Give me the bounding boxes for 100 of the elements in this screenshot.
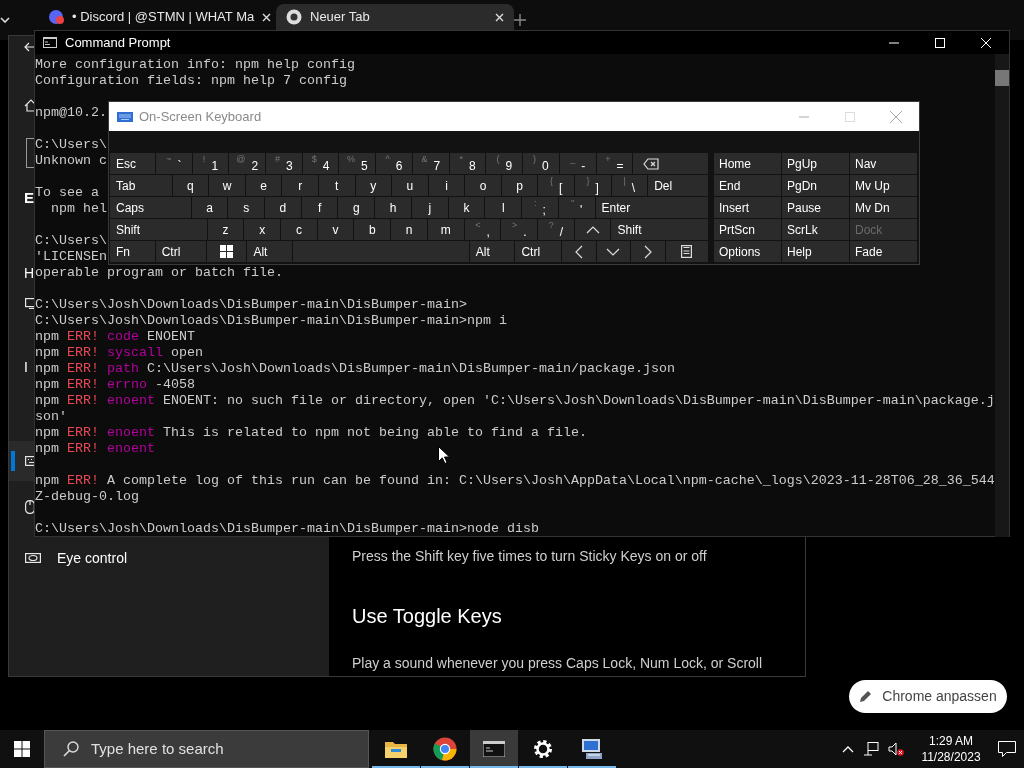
keyboard-key[interactable]: { [ <box>538 175 574 196</box>
keyboard-key[interactable]: ^ 6 <box>376 153 412 174</box>
keyboard-key[interactable]: Mv Dn <box>850 197 917 218</box>
keyboard-key[interactable]: Shift <box>611 219 709 240</box>
keyboard-key[interactable]: | \ <box>611 175 648 196</box>
description-text: Press the Shift key five times to turn Sticky Keys on or off <box>352 547 708 566</box>
keyboard-key[interactable]: r <box>282 175 318 196</box>
keyboard-key[interactable]: ~ ` <box>155 153 192 174</box>
keyboard-key[interactable]: v <box>317 219 354 240</box>
keyboard-key[interactable]: Ctrl <box>155 241 206 262</box>
mouse-icon <box>25 500 35 514</box>
keyboard-key[interactable]: Shift <box>110 219 207 240</box>
keyboard-key[interactable]: PgUp <box>782 153 849 174</box>
browser-tab[interactable]: Neuer Tab <box>276 4 514 30</box>
customize-chrome-button[interactable]: Chrome anpassen <box>849 680 1007 713</box>
keyboard-key[interactable]: d <box>265 197 301 218</box>
sidebar-item[interactable] <box>9 441 34 481</box>
keyboard-key[interactable]: @ 2 <box>229 153 266 174</box>
keyboard-key[interactable]: j <box>411 197 448 218</box>
keyboard-key[interactable]: + = <box>596 153 633 174</box>
console-line: npm ERR! path C:\Users\Josh\Downloads\DisBumper-main\DisBumper-main/package.json <box>35 361 675 377</box>
windows-logo-icon <box>14 741 30 757</box>
keyboard-key[interactable]: Alt <box>247 241 293 262</box>
keyboard-key[interactable]: Fn <box>110 241 155 262</box>
search-field[interactable] <box>26 138 34 168</box>
keyboard-key[interactable]: End <box>714 175 781 196</box>
keyboard-key[interactable]: a <box>191 197 228 218</box>
keyboard-key[interactable]: * 8 <box>449 153 486 174</box>
console-line: npm ERR! enoent <box>35 441 155 457</box>
keyboard-key[interactable]: ScrLk <box>782 219 849 240</box>
keyboard-key[interactable] <box>206 241 247 262</box>
keyboard-key[interactable]: Enter <box>595 197 709 218</box>
console-line: C:\Users\ <box>35 137 107 153</box>
keyboard-key[interactable]: x <box>244 219 280 240</box>
keyboard-key[interactable]: u <box>392 175 428 196</box>
close-icon <box>262 12 272 22</box>
keyboard-key[interactable]: h <box>375 197 411 218</box>
keyboard-key[interactable]: Ctrl <box>515 241 561 262</box>
keyboard-key[interactable]: o <box>465 175 501 196</box>
keyboard-key[interactable]: Del <box>648 175 708 196</box>
keyboard-key[interactable]: l <box>485 197 522 218</box>
keyboard-key[interactable]: m <box>427 219 464 240</box>
keyboard-key[interactable]: Mv Up <box>850 175 917 196</box>
keyboard-key[interactable]: s <box>228 197 265 218</box>
taskbar-app[interactable] <box>469 730 518 768</box>
scrollbar[interactable] <box>994 54 1009 537</box>
keyboard-key[interactable]: Home <box>714 153 781 174</box>
keyboard-key[interactable]: ! 1 <box>192 153 229 174</box>
folder-icon <box>384 740 407 758</box>
keyboard-key[interactable]: & 7 <box>412 153 449 174</box>
console-line: More configuration info: npm help config <box>35 57 355 73</box>
keyboard-key[interactable]: e <box>245 175 282 196</box>
keyboard-key[interactable]: z <box>207 219 244 240</box>
network-icon <box>863 742 879 756</box>
keyboard-key[interactable]: Nav <box>850 153 917 174</box>
keyboard-key[interactable]: f <box>301 197 338 218</box>
keyboard-key[interactable]: > . <box>501 219 538 240</box>
keyboard-key[interactable]: p <box>501 175 538 196</box>
keyboard-key[interactable]: Caps <box>110 197 191 218</box>
keyboard-key[interactable]: t <box>318 175 355 196</box>
keyboard-key[interactable]: PgDn <box>782 175 849 196</box>
keyboard-key[interactable]: ) 0 <box>523 153 559 174</box>
console-line: son' <box>35 409 67 425</box>
taskbar-search-field[interactable]: Type here to search <box>44 730 369 768</box>
keyboard-key[interactable]: Insert <box>714 197 781 218</box>
keyboard-key[interactable]: k <box>448 197 485 218</box>
computer-icon <box>579 738 604 760</box>
console-line: npm ERR! enoent This is related to npm not being able to find a file. <box>35 425 587 441</box>
keyboard-key[interactable]: $ 4 <box>302 153 339 174</box>
keyboard-key[interactable]: y <box>355 175 392 196</box>
mouse-cursor-icon <box>438 446 450 464</box>
keyboard-key[interactable]: Pause <box>782 197 849 218</box>
keyboard-key[interactable]: " ' <box>558 197 595 218</box>
keyboard-key[interactable]: Help <box>782 241 849 262</box>
group-label: H <box>24 263 35 283</box>
keyboard-key[interactable]: Esc <box>110 153 155 174</box>
keyboard-key[interactable]: Alt <box>469 241 515 262</box>
keyboard-key[interactable]: < , <box>464 219 501 240</box>
keyboard-key[interactable]: c <box>281 219 317 240</box>
keyboard-key[interactable]: ? / <box>538 219 574 240</box>
keyboard-key[interactable]: # 3 <box>266 153 302 174</box>
tab-title: • Discord | @STMN | WHAT Ma <box>72 8 255 27</box>
keyboard-key[interactable]: Tab <box>110 175 172 196</box>
keyboard-key[interactable]: ( 9 <box>486 153 523 174</box>
keyboard-key[interactable]: b <box>354 219 391 240</box>
keyboard-key[interactable]: n <box>391 219 427 240</box>
keyboard-key[interactable]: : ; <box>522 197 558 218</box>
keyboard-key[interactable]: PrtScn <box>714 219 781 240</box>
keyboard-key[interactable]: _ - <box>559 153 596 174</box>
keyboard-key[interactable]: % 5 <box>339 153 376 174</box>
keyboard-key[interactable] <box>665 241 708 262</box>
keyboard-key[interactable]: i <box>428 175 465 196</box>
keyboard-key[interactable]: q <box>172 175 209 196</box>
keyboard-key[interactable]: w <box>209 175 245 196</box>
keyboard-key[interactable]: } ] <box>575 175 611 196</box>
keyboard-key[interactable]: Fade <box>850 241 917 262</box>
section-heading: E <box>24 187 34 208</box>
keyboard-key[interactable]: Options <box>714 241 781 262</box>
minimize-icon <box>799 115 809 118</box>
keyboard-key[interactable]: g <box>338 197 375 218</box>
